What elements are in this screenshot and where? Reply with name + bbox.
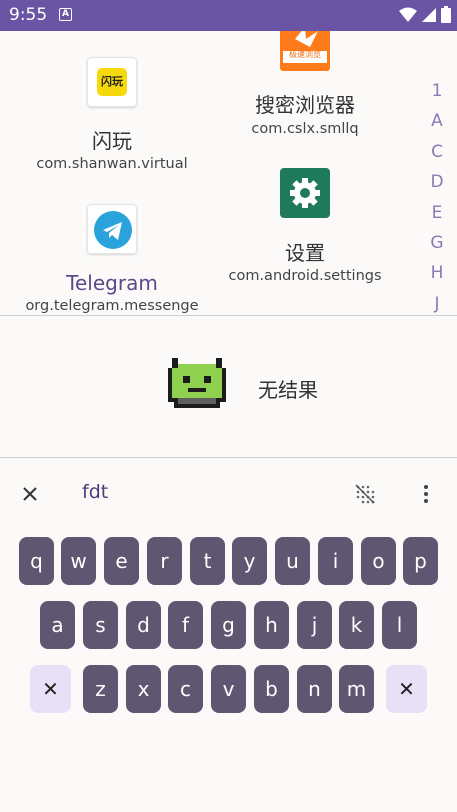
notification-icon: A <box>59 8 72 21</box>
clear-key[interactable]: ✕ <box>30 665 71 713</box>
app-package: com.cslx.smllq <box>251 121 359 137</box>
app-package: com.shanwan.virtual <box>36 156 188 172</box>
close-icon <box>23 487 37 501</box>
status-bar: 9:55 A <box>0 0 457 31</box>
key[interactable]: r <box>147 537 182 585</box>
robot-face-icon <box>168 358 226 414</box>
key[interactable]: y <box>232 537 267 585</box>
key[interactable]: b <box>254 665 289 713</box>
gear-icon <box>290 178 320 208</box>
status-icons <box>399 6 451 23</box>
key[interactable]: n <box>297 665 332 713</box>
key[interactable]: f <box>168 601 203 649</box>
alpha-index-item[interactable]: C <box>426 137 448 167</box>
status-time: 9:55 <box>9 5 48 25</box>
key[interactable]: d <box>126 601 161 649</box>
alphabet-index[interactable]: 1 A C D E G H J K <box>426 76 448 315</box>
backspace-key[interactable]: ✕ <box>386 665 427 713</box>
app-list[interactable]: 极速浏览 搜密浏览器 com.cslx.smllq 闪玩 闪玩 com.shan… <box>0 31 457 315</box>
key[interactable]: m <box>339 665 374 713</box>
search-input[interactable]: fdt <box>82 481 108 503</box>
key[interactable]: a <box>40 601 75 649</box>
key[interactable]: t <box>190 537 225 585</box>
alpha-index-item[interactable]: G <box>426 228 448 258</box>
wifi-icon <box>399 7 417 22</box>
divider <box>0 315 457 316</box>
alpha-index-item[interactable]: J <box>426 289 448 315</box>
key[interactable]: g <box>211 601 246 649</box>
clear-search-button[interactable] <box>18 482 42 506</box>
key[interactable]: p <box>403 537 438 585</box>
key[interactable]: o <box>361 537 396 585</box>
key[interactable]: u <box>275 537 310 585</box>
filter-toggle-button[interactable] <box>354 483 376 509</box>
key[interactable]: q <box>19 537 54 585</box>
app-name: 设置 <box>285 241 325 265</box>
key[interactable]: h <box>254 601 289 649</box>
browser-icon: 极速浏览 <box>280 31 330 71</box>
app-package: org.telegram.messenge <box>25 298 199 314</box>
alpha-index-item[interactable]: 1 <box>426 76 448 106</box>
shanwan-logo: 闪玩 <box>97 68 127 96</box>
divider <box>0 457 457 458</box>
app-package: com.android.settings <box>228 268 382 284</box>
more-vert-icon <box>424 485 428 503</box>
alpha-index-item[interactable]: E <box>426 198 448 228</box>
key[interactable]: k <box>339 601 374 649</box>
battery-icon <box>441 6 451 23</box>
key[interactable]: i <box>318 537 353 585</box>
shanwan-icon: 闪玩 <box>87 57 137 107</box>
browser-icon-label: 极速浏览 <box>289 50 321 59</box>
key[interactable]: j <box>297 601 332 649</box>
app-name: 闪玩 <box>92 129 132 153</box>
key[interactable]: e <box>104 537 139 585</box>
alpha-index-item[interactable]: H <box>426 258 448 288</box>
key[interactable]: w <box>61 537 96 585</box>
key[interactable]: v <box>211 665 246 713</box>
key[interactable]: c <box>168 665 203 713</box>
app-name: Telegram <box>66 271 158 295</box>
telegram-plane-icon <box>94 211 132 249</box>
telegram-icon <box>87 204 137 254</box>
settings-gear-icon <box>280 168 330 218</box>
more-options-button[interactable] <box>418 482 434 510</box>
key[interactable]: l <box>382 601 417 649</box>
key[interactable]: z <box>83 665 118 713</box>
key[interactable]: s <box>83 601 118 649</box>
alpha-index-item[interactable]: A <box>426 106 448 136</box>
dotted-filter-icon <box>355 484 375 504</box>
key[interactable]: x <box>126 665 161 713</box>
alpha-index-item[interactable]: D <box>426 167 448 197</box>
app-name: 搜密浏览器 <box>255 93 355 117</box>
empty-result-text: 无结果 <box>258 378 318 402</box>
signal-icon <box>422 7 436 22</box>
